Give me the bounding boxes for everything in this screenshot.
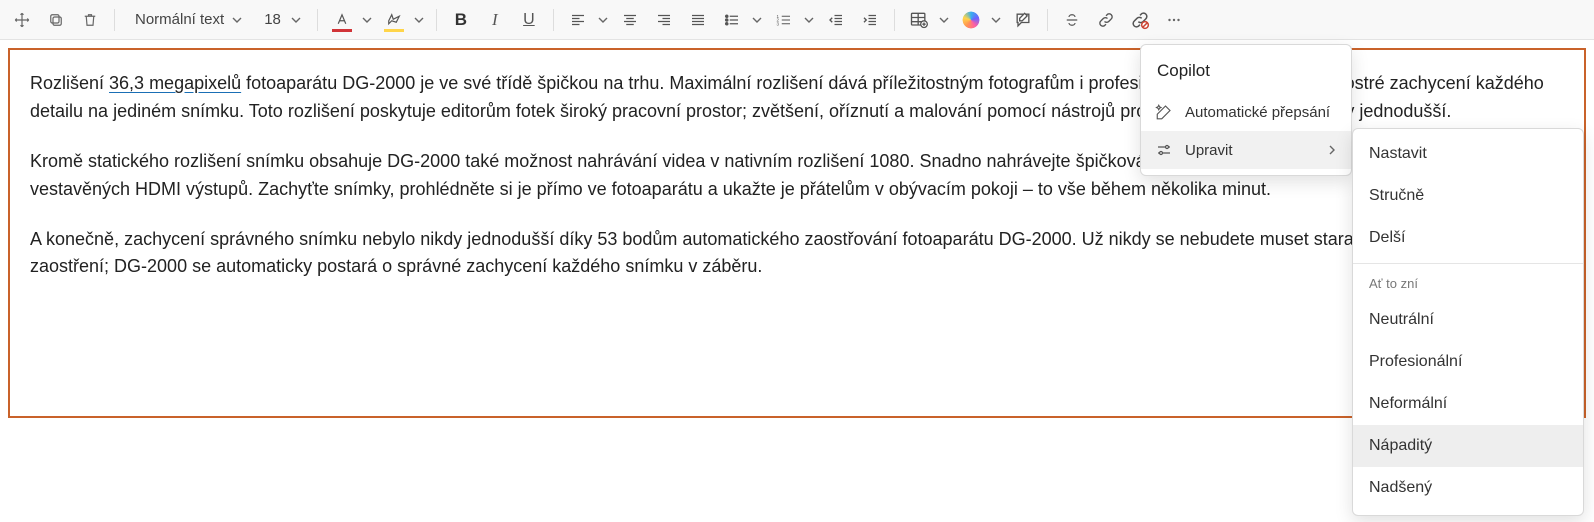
- separator: [553, 9, 554, 31]
- tone-option-longer[interactable]: Delší: [1353, 217, 1583, 259]
- menu-item-label: Upravit: [1185, 142, 1315, 159]
- font-color-button[interactable]: [326, 4, 358, 36]
- tone-option-professional[interactable]: Profesionální: [1353, 341, 1583, 383]
- sliders-icon: [1155, 141, 1173, 159]
- font-color-chevron[interactable]: [358, 4, 376, 36]
- strikethrough-button[interactable]: [1056, 4, 1088, 36]
- move-icon[interactable]: [6, 4, 38, 36]
- tone-option-enthusiastic[interactable]: Nadšený: [1353, 467, 1583, 509]
- text-run: Rozlišení: [30, 73, 109, 93]
- formatting-toolbar: Normální text 18 B I U: [0, 0, 1594, 40]
- copy-icon[interactable]: [40, 4, 72, 36]
- numbered-list-chevron[interactable]: [800, 4, 818, 36]
- unlink-button[interactable]: [1124, 4, 1156, 36]
- copilot-chevron[interactable]: [987, 4, 1005, 36]
- bullet-list-chevron[interactable]: [748, 4, 766, 36]
- chevron-down-icon: [291, 15, 301, 25]
- bold-button[interactable]: B: [445, 4, 477, 36]
- tone-option-set[interactable]: Nastavit: [1353, 133, 1583, 175]
- separator: [317, 9, 318, 31]
- separator: [436, 9, 437, 31]
- align-center-button[interactable]: [614, 4, 646, 36]
- separator: [1047, 9, 1048, 31]
- delete-icon[interactable]: [74, 4, 106, 36]
- copilot-button[interactable]: [955, 4, 987, 36]
- copilot-modify-item[interactable]: Upravit: [1141, 131, 1351, 169]
- decrease-indent-button[interactable]: [820, 4, 852, 36]
- tone-section-header: Ať to zní: [1353, 268, 1583, 299]
- copilot-icon: [961, 10, 981, 30]
- font-size-value: 18: [264, 11, 281, 28]
- copilot-dropdown: Copilot Automatické přepsání Upravit: [1140, 44, 1352, 176]
- underline-button[interactable]: U: [513, 4, 545, 36]
- copilot-modify-submenu: Nastavit Stručně Delší Ať to zní Neutrál…: [1352, 128, 1584, 516]
- align-right-button[interactable]: [648, 4, 680, 36]
- highlight-chevron[interactable]: [410, 4, 428, 36]
- more-options-button[interactable]: [1158, 4, 1190, 36]
- link-button[interactable]: [1090, 4, 1122, 36]
- insert-table-chevron[interactable]: [935, 4, 953, 36]
- font-size-picker[interactable]: 18: [252, 4, 309, 36]
- highlight-button[interactable]: [378, 4, 410, 36]
- comment-button[interactable]: [1007, 4, 1039, 36]
- insert-table-button[interactable]: [903, 4, 935, 36]
- tone-option-informal[interactable]: Neformální: [1353, 383, 1583, 425]
- tone-option-short[interactable]: Stručně: [1353, 175, 1583, 217]
- svg-text:3: 3: [776, 21, 779, 26]
- paragraph-style-label: Normální text: [135, 11, 224, 28]
- align-left-button[interactable]: [562, 4, 594, 36]
- hyperlink-text[interactable]: 36,3 megapixelů: [109, 73, 241, 93]
- menu-divider: [1353, 263, 1583, 264]
- separator: [114, 9, 115, 31]
- chevron-down-icon: [232, 15, 242, 25]
- pen-sparkle-icon: [1155, 103, 1173, 121]
- align-chevron[interactable]: [594, 4, 612, 36]
- tone-option-creative[interactable]: Nápaditý: [1353, 425, 1583, 467]
- paragraph-style-picker[interactable]: Normální text: [123, 4, 250, 36]
- separator: [894, 9, 895, 31]
- numbered-list-button[interactable]: 1 2 3: [768, 4, 800, 36]
- align-justify-button[interactable]: [682, 4, 714, 36]
- increase-indent-button[interactable]: [854, 4, 886, 36]
- tone-option-neutral[interactable]: Neutrální: [1353, 299, 1583, 341]
- bullet-list-button[interactable]: [716, 4, 748, 36]
- menu-item-label: Automatické přepsání: [1185, 104, 1337, 121]
- italic-button[interactable]: I: [479, 4, 511, 36]
- paragraph-3[interactable]: A konečně, zachycení správného snímku ne…: [30, 226, 1564, 282]
- copilot-dropdown-title: Copilot: [1141, 51, 1351, 93]
- chevron-right-icon: [1327, 145, 1337, 155]
- copilot-auto-rewrite-item[interactable]: Automatické přepsání: [1141, 93, 1351, 131]
